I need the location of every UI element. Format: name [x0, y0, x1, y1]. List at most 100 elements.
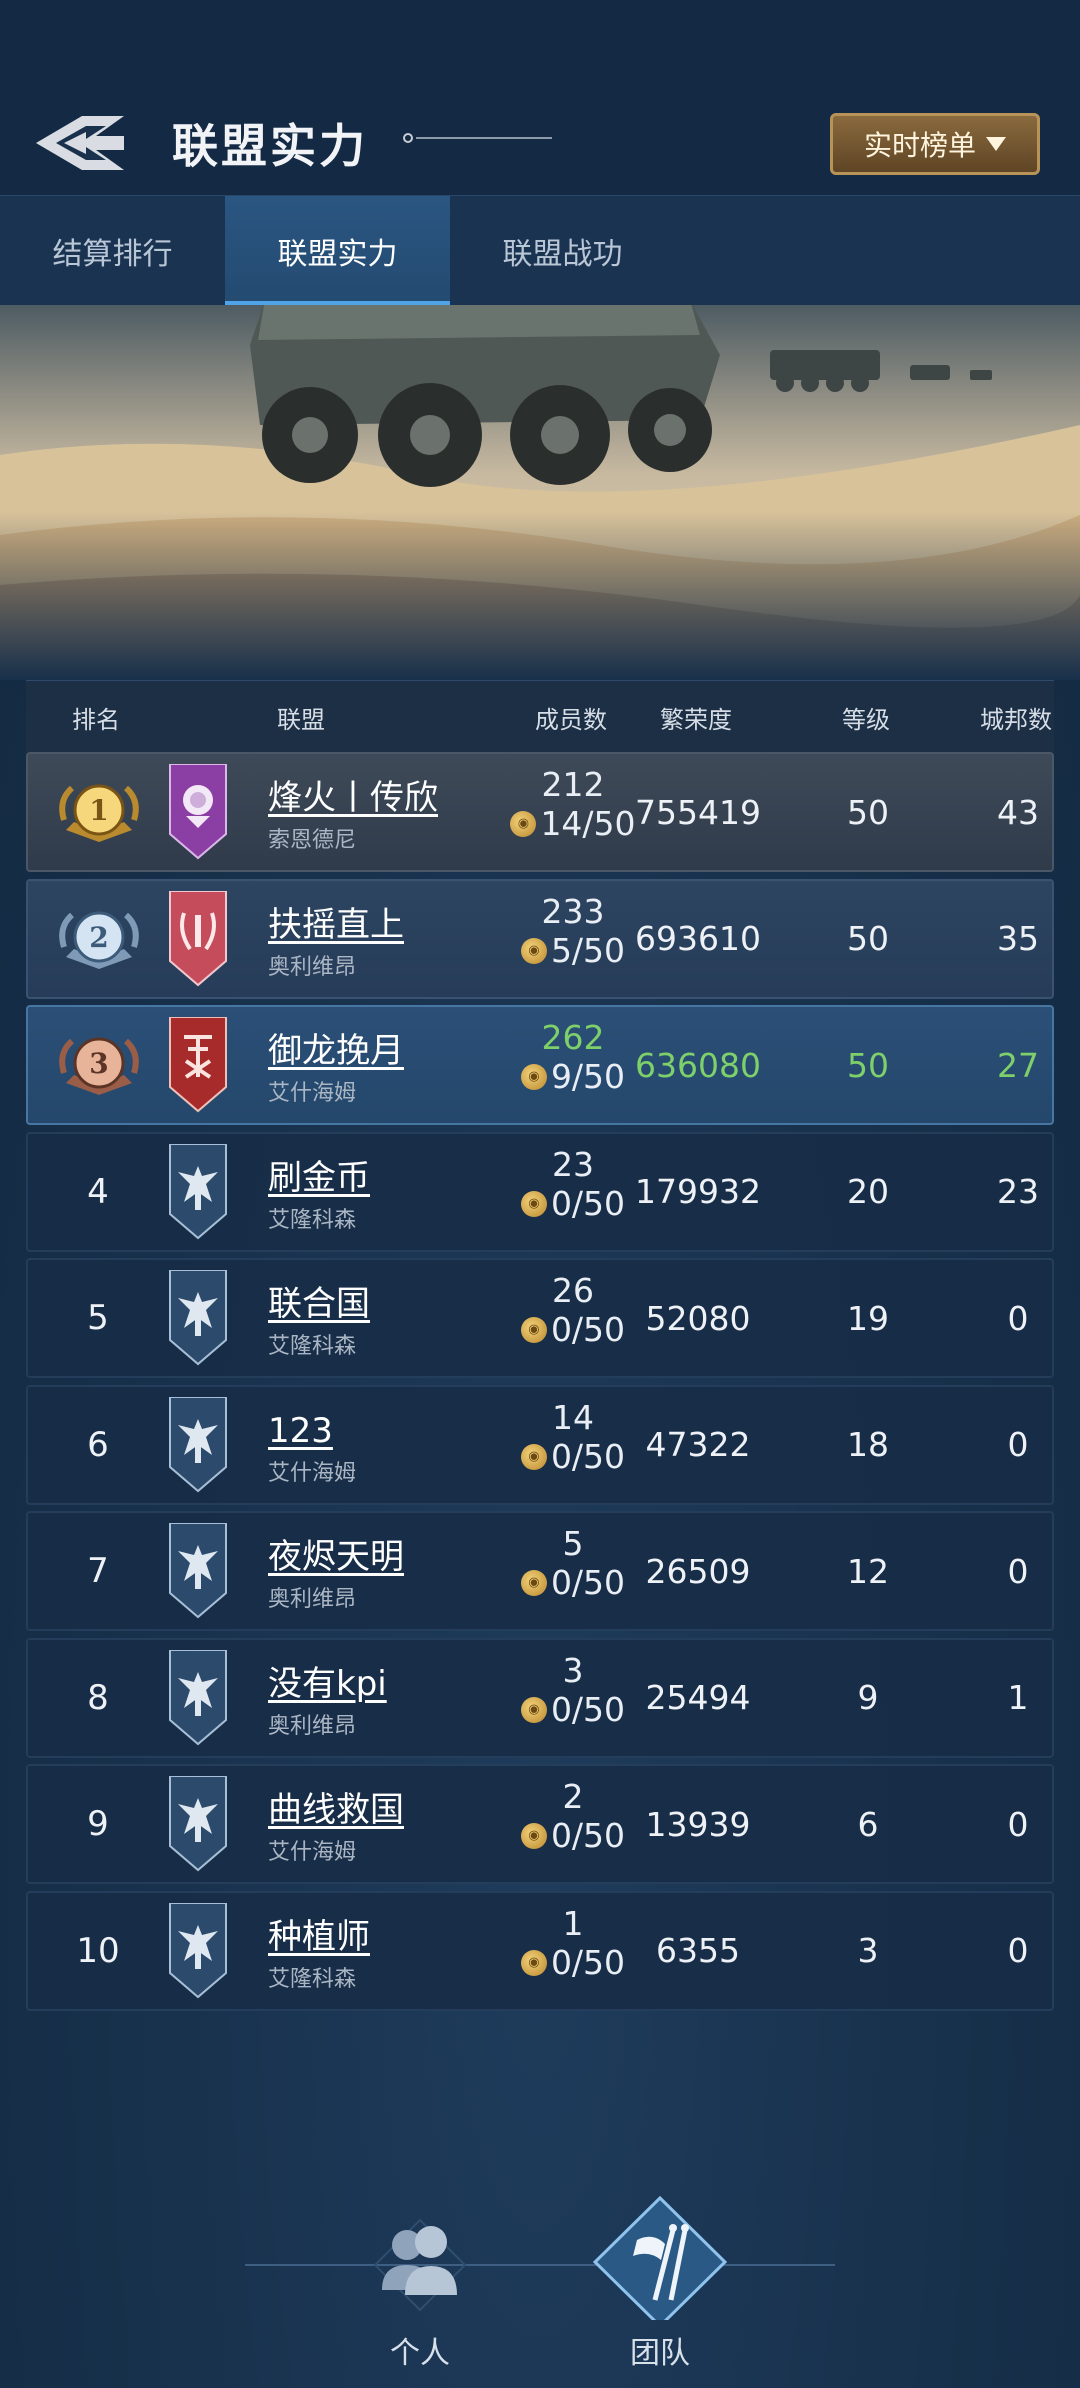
ranking-table-header: 排名 联盟 成员数 繁荣度 等级 城邦数	[26, 680, 1054, 753]
nav-team-label: 团队	[630, 2336, 690, 2371]
alliance-server: 艾什海姆	[268, 1081, 357, 1106]
tab-settlement-ranking[interactable]: 结算排行	[0, 196, 225, 306]
alliance-info: 御龙挽月 艾什海姆	[268, 1031, 404, 1107]
alliance-server: 索恩德尼	[268, 828, 357, 853]
alliance-info: 烽火丨传欣 索恩德尼	[268, 778, 438, 854]
table-row[interactable]: 7 夜烬天明 奥利维昂 5 ◉ 0/50 26509 12 0	[26, 1511, 1054, 1631]
cities-value: 0	[1007, 1804, 1029, 1844]
alliance-name-link[interactable]: 夜烬天明	[268, 1537, 404, 1577]
column-header-cities: 城邦数	[980, 705, 1052, 734]
column-header-alliance: 联盟	[277, 705, 325, 734]
alliance-name-link[interactable]: 扶摇直上	[268, 905, 404, 945]
alliance-server: 艾隆科森	[268, 1207, 357, 1233]
alliance-name-link[interactable]: 御龙挽月	[268, 1031, 404, 1071]
table-row[interactable]: 8 没有kpi 奥利维昂 3 ◉ 0/50 25494 9 1	[26, 1637, 1054, 1758]
level-value: 50	[847, 1045, 889, 1085]
column-header-level: 等级	[842, 705, 890, 734]
alliance-name-link[interactable]: 123	[268, 1411, 356, 1451]
alliance-server: 奥利维昂	[268, 954, 357, 980]
prosperity-value: 13939	[645, 1804, 751, 1844]
table-row[interactable]: 4 刷金币 艾隆科森 23 ◉ 0/50 179932 20 23	[26, 1131, 1054, 1252]
alliance-info: 联合国 艾隆科森	[268, 1284, 370, 1360]
rank-medal-icon: 1	[54, 780, 144, 846]
cities-value: 0	[1007, 1931, 1029, 1970]
column-header-prosperity: 繁荣度	[660, 705, 732, 734]
cities-value: 27	[997, 1045, 1039, 1085]
table-row[interactable]: 10 种植师 艾隆科森 1 ◉ 0/50 6355 3 0	[26, 1890, 1054, 2011]
coin-icon: ◉	[520, 1696, 547, 1723]
coin-icon: ◉	[510, 811, 537, 837]
alliance-emblem-icon	[166, 889, 230, 987]
svg-text:3: 3	[89, 1047, 108, 1080]
prosperity-value: 636080	[635, 1045, 761, 1085]
tab-bar: 结算排行 联盟实力 联盟战功	[0, 195, 1080, 306]
bottom-nav-decor	[245, 2218, 835, 2312]
prosperity-value: 47322	[645, 1425, 751, 1464]
alliance-emblem-icon	[166, 1016, 230, 1113]
alliance-emblem-icon	[166, 1269, 230, 1366]
table-row[interactable]: 2 扶摇直上 奥利维昂 233 ◉ 5/50 693610 50 35	[26, 878, 1054, 999]
bottom-navigation: 个人 团队	[0, 2180, 1080, 2388]
alliance-info: 夜烬天明 奥利维昂	[268, 1537, 404, 1613]
prosperity-value: 6355	[656, 1931, 740, 1970]
alliance-emblem-icon	[166, 763, 230, 860]
table-row[interactable]: 1 烽火丨传欣 索恩德尼 212 ◉ 14/50 755419 50 43	[26, 752, 1054, 872]
table-row[interactable]: 3 御龙挽月 艾什海姆 262 ◉ 9/50 636080 50 27	[26, 1005, 1054, 1125]
level-value: 3	[857, 1931, 879, 1970]
alliance-info: 123 艾什海姆	[268, 1411, 356, 1487]
column-header-rank: 排名	[72, 705, 120, 734]
alliance-info: 没有kpi 奥利维昂	[268, 1664, 387, 1740]
coin-icon: ◉	[520, 1823, 547, 1849]
rank-number: 10	[76, 1930, 120, 1971]
alliance-emblem-icon	[166, 1395, 230, 1493]
prosperity-value: 693610	[635, 919, 761, 958]
alliance-server: 奥利维昂	[268, 1713, 357, 1739]
alliance-info: 种植师 艾隆科森	[268, 1917, 370, 1993]
top-bar: 联盟实力 实时榜单	[0, 0, 1080, 195]
table-row[interactable]: 5 联合国 艾隆科森 26 ◉ 0/50 52080 19 0	[26, 1258, 1054, 1378]
coin-icon: ◉	[520, 1949, 547, 1976]
rank-number: 9	[87, 1804, 109, 1844]
coin-icon: ◉	[520, 1570, 547, 1596]
tab-alliance-strength[interactable]: 联盟实力	[225, 196, 450, 306]
cities-value: 35	[997, 919, 1039, 958]
alliance-emblem-icon	[166, 1901, 230, 1999]
cities-value: 0	[1007, 1425, 1029, 1464]
alliance-name-link[interactable]: 曲线救国	[268, 1790, 404, 1830]
realtime-ranking-label: 实时榜单	[863, 129, 976, 162]
alliance-server: 奥利维昂	[268, 1587, 357, 1612]
nav-personal[interactable]: 个人	[345, 2190, 495, 2380]
alliance-name-link[interactable]: 种植师	[268, 1917, 370, 1957]
level-value: 20	[847, 1172, 889, 1211]
cities-value: 23	[997, 1172, 1039, 1211]
title-divider	[403, 133, 552, 143]
coin-icon: ◉	[520, 1443, 547, 1470]
alliance-info: 曲线救国 艾什海姆	[268, 1790, 404, 1866]
rank-number: 8	[87, 1677, 109, 1718]
alliance-emblem-icon	[166, 1648, 230, 1746]
rank-number: 6	[87, 1424, 109, 1465]
realtime-ranking-dropdown[interactable]: 实时榜单	[830, 113, 1040, 175]
table-row[interactable]: 6 123 艾什海姆 14 ◉ 0/50 47322 18 0	[26, 1384, 1054, 1505]
prosperity-value: 26509	[645, 1551, 751, 1591]
rank-number: 7	[87, 1551, 109, 1591]
alliance-name-link[interactable]: 烽火丨传欣	[268, 778, 438, 818]
nav-team[interactable]: 团队	[585, 2190, 735, 2380]
table-row[interactable]: 9 曲线救国 艾什海姆 2 ◉ 0/50 13939 6 0	[26, 1764, 1054, 1884]
level-value: 50	[847, 792, 889, 832]
chevron-down-icon	[986, 137, 1006, 151]
level-value: 9	[857, 1678, 879, 1717]
alliance-name-link[interactable]: 联合国	[268, 1284, 370, 1324]
alliance-emblem-icon	[166, 1775, 230, 1872]
prosperity-value: 179932	[635, 1172, 761, 1211]
back-arrow-icon[interactable]	[30, 108, 130, 178]
rank-number: 5	[87, 1298, 109, 1338]
cities-value: 0	[1007, 1551, 1029, 1591]
alliance-name-link[interactable]: 刷金币	[268, 1158, 370, 1198]
rank-number: 4	[87, 1171, 109, 1212]
alliance-name-link[interactable]: 没有kpi	[268, 1664, 387, 1704]
level-value: 50	[847, 919, 889, 958]
alliance-server: 艾什海姆	[268, 1460, 357, 1486]
tab-alliance-merit[interactable]: 联盟战功	[450, 196, 675, 306]
svg-text:2: 2	[89, 921, 108, 954]
